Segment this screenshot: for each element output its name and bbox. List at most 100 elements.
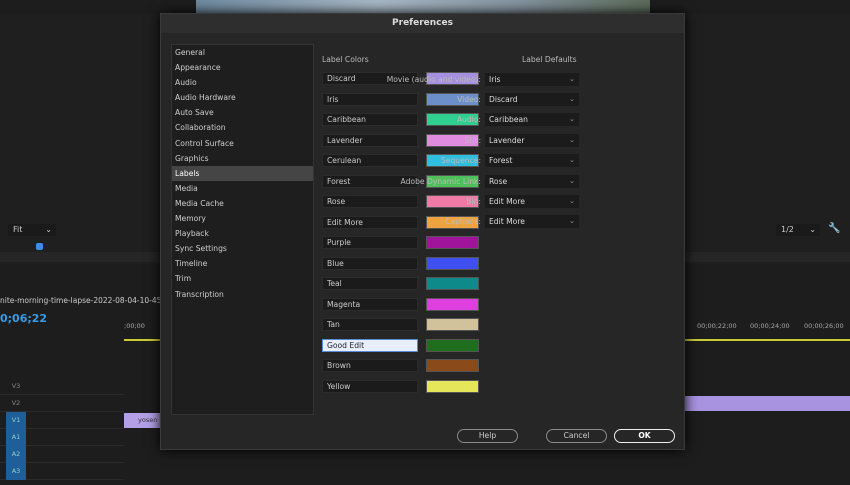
track-label: A2 xyxy=(6,445,26,463)
selected-value: Rose xyxy=(489,176,508,186)
chevron-down-icon: ⌄ xyxy=(569,115,575,124)
playhead-marker[interactable] xyxy=(36,243,43,250)
label-color-row: Yellow xyxy=(322,379,479,401)
label-color-swatch[interactable] xyxy=(426,297,479,311)
label-default-select[interactable]: Discard ⌄ xyxy=(485,93,579,107)
label-default-row: Sequence: Forest ⌄ xyxy=(235,151,579,171)
video-clip-right[interactable] xyxy=(685,396,850,411)
label-default-label: Bin: xyxy=(466,197,481,207)
track-a3[interactable]: A3 xyxy=(0,462,124,480)
label-default-label: Movie (audio and video): xyxy=(386,74,481,84)
sequence-tab[interactable]: nite-morning-time-lapse-2022-08-04-10-45… xyxy=(0,296,181,305)
track-label: A1 xyxy=(6,428,26,446)
label-colors-heading: Label Colors xyxy=(322,55,369,64)
ok-button[interactable]: OK xyxy=(614,429,675,443)
zoom-fit-select[interactable]: Fit ⌄ xyxy=(8,224,56,236)
program-monitor-preview xyxy=(196,0,650,14)
fit-value: Fit xyxy=(13,225,23,234)
track-label: A3 xyxy=(6,462,26,480)
label-default-select[interactable]: Forest ⌄ xyxy=(485,154,579,168)
label-color-swatch[interactable] xyxy=(426,236,479,249)
video-clip[interactable]: yosen xyxy=(124,413,164,428)
label-default-label: Audio: xyxy=(456,115,481,125)
label-default-label: Still: xyxy=(464,135,481,145)
label-default-select[interactable]: Lavender ⌄ xyxy=(485,133,579,147)
category-trim[interactable]: Trim xyxy=(172,271,313,286)
chevron-down-icon: ⌄ xyxy=(569,217,575,226)
label-default-row: Movie (audio and video): Iris ⌄ xyxy=(235,69,579,89)
selected-value: Caribbean xyxy=(489,115,528,125)
chevron-down-icon: ⌄ xyxy=(569,135,575,144)
wrench-icon[interactable]: 🔧 xyxy=(828,223,840,234)
label-default-label: Sequence: xyxy=(440,156,481,166)
resolution-select[interactable]: 1/2 ⌄ xyxy=(776,224,820,236)
ruler-tick-0: ;00;00 xyxy=(124,322,145,330)
label-color-swatch[interactable] xyxy=(426,256,479,270)
label-default-row: Adobe Dynamic Link: Rose ⌄ xyxy=(235,171,579,191)
label-name-field[interactable]: Yellow xyxy=(322,379,418,393)
label-name-field[interactable]: Good Edit xyxy=(322,338,418,352)
label-color-swatch[interactable] xyxy=(426,338,479,352)
selected-value: Discard xyxy=(489,95,518,105)
resolution-value: 1/2 xyxy=(781,225,794,234)
ruler-tick-2: 00;00;24;00 xyxy=(750,322,790,330)
label-name-field[interactable]: Tan xyxy=(322,318,418,331)
track-label: V2 xyxy=(11,398,21,407)
category-sync-settings[interactable]: Sync Settings xyxy=(172,241,313,256)
track-v2[interactable]: V2 xyxy=(0,395,124,412)
label-default-select[interactable]: Edit More ⌄ xyxy=(485,215,579,229)
help-button[interactable]: Help xyxy=(457,429,518,443)
label-default-label: Adobe Dynamic Link: xyxy=(400,176,481,186)
label-default-row: Still: Lavender ⌄ xyxy=(235,130,579,150)
label-color-row: Brown xyxy=(322,359,479,380)
label-color-row: Tan xyxy=(322,318,479,339)
label-default-row: Bin: Edit More ⌄ xyxy=(235,191,579,211)
label-color-swatch[interactable] xyxy=(426,318,479,331)
track-v1[interactable]: V1 xyxy=(0,411,124,429)
chevron-down-icon: ⌄ xyxy=(569,197,575,206)
chevron-down-icon: ⌄ xyxy=(569,74,575,83)
label-default-select[interactable]: Edit More ⌄ xyxy=(485,195,579,209)
label-name-field[interactable]: Brown xyxy=(322,359,418,372)
label-color-swatch[interactable] xyxy=(426,359,479,372)
label-color-row: Magenta xyxy=(322,297,479,319)
category-transcription[interactable]: Transcription xyxy=(172,287,313,302)
label-color-row: Teal xyxy=(322,277,479,298)
label-defaults-list: Movie (audio and video): Iris ⌄ Video: Disca… xyxy=(235,69,579,232)
cancel-button[interactable]: Cancel xyxy=(546,429,607,443)
label-color-row: Good Edit xyxy=(322,338,479,360)
track-a1[interactable]: A1 xyxy=(0,428,124,446)
chevron-down-icon: ⌄ xyxy=(569,176,575,185)
category-general[interactable]: General xyxy=(172,45,313,60)
label-default-row: Captions: Edit More ⌄ xyxy=(235,212,579,232)
label-default-label: Video: xyxy=(457,95,481,105)
selected-value: Iris xyxy=(489,74,501,84)
selected-value: Forest xyxy=(489,156,513,166)
track-a2[interactable]: A2 xyxy=(0,445,124,463)
chevron-down-icon: ⌄ xyxy=(569,95,575,104)
label-color-swatch[interactable] xyxy=(426,379,479,393)
label-name-field[interactable]: Magenta xyxy=(322,297,418,311)
label-name-field[interactable]: Teal xyxy=(322,277,418,290)
preferences-dialog: Preferences General Appearance Audio Audio … xyxy=(160,13,685,450)
category-timeline[interactable]: Timeline xyxy=(172,256,313,271)
label-default-select[interactable]: Rose ⌄ xyxy=(485,174,579,188)
track-v3[interactable]: V3 xyxy=(0,378,124,395)
label-default-select[interactable]: Iris ⌄ xyxy=(485,72,579,86)
label-defaults-heading: Label Defaults xyxy=(522,55,577,64)
label-name-field[interactable]: Blue xyxy=(322,256,418,270)
label-default-select[interactable]: Caribbean ⌄ xyxy=(485,113,579,127)
dialog-title: Preferences xyxy=(161,14,684,33)
selected-value: Edit More xyxy=(489,197,525,207)
label-color-row: Blue xyxy=(322,256,479,278)
label-color-row: Purple xyxy=(322,236,479,257)
ruler-tick-1: 00;00;22;00 xyxy=(697,322,737,330)
label-name-field[interactable]: Purple xyxy=(322,236,418,249)
chevron-down-icon: ⌄ xyxy=(569,156,575,165)
label-default-label: Captions: xyxy=(445,217,481,227)
ruler-tick-3: 00;00;26;00 xyxy=(804,322,844,330)
label-default-row: Audio: Caribbean ⌄ xyxy=(235,110,579,130)
track-label: V1 xyxy=(6,411,26,429)
timecode[interactable]: 0;06;22 xyxy=(0,312,47,325)
label-color-swatch[interactable] xyxy=(426,277,479,290)
